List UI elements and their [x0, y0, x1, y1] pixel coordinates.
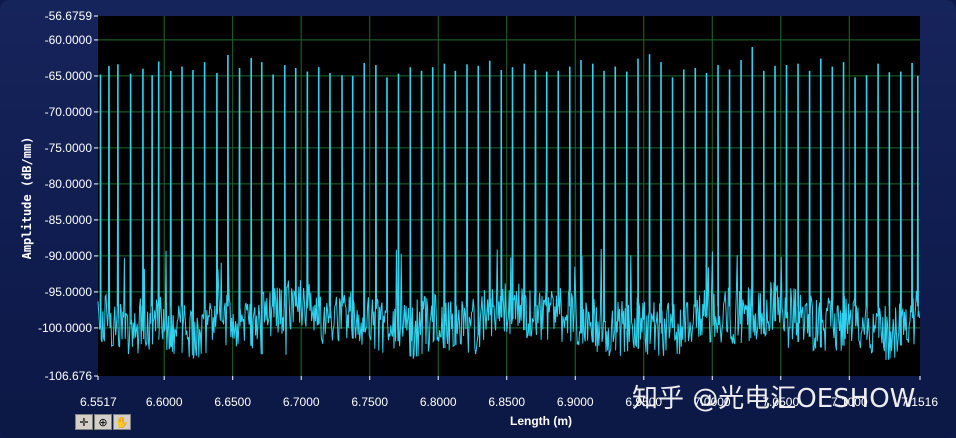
graph-palette: ✛ ⊕ ✋ — [75, 414, 131, 431]
y-axis: -56.6759 -60.0000 -65.0000 -70.0000 -75.0000… — [38, 9, 98, 383]
watermark-text: 知乎 @光电汇OESHOW — [632, 384, 916, 414]
y-tick-label: -65.0000 — [45, 69, 93, 83]
y-tick-label: -75.0000 — [45, 141, 93, 155]
y-tick-label: -100.0000 — [38, 321, 92, 335]
x-tick-label: 6.6000 — [146, 395, 183, 409]
y-axis-label: Amplitude (dB/mm) — [20, 137, 34, 260]
cursor-move-tool[interactable]: ✛ — [75, 414, 93, 430]
x-tick-label: 6.5517 — [80, 395, 117, 409]
plot-area[interactable] — [98, 16, 920, 376]
y-tick-label: -56.6759 — [45, 9, 93, 23]
x-tick-label: 6.8500 — [488, 395, 525, 409]
y-tick-label: -60.0000 — [45, 33, 93, 47]
x-tick-label: 6.9000 — [557, 395, 594, 409]
y-tick-label: -90.0000 — [45, 249, 93, 263]
x-tick-label: 6.7500 — [351, 395, 388, 409]
x-tick-label: 6.7000 — [283, 395, 320, 409]
y-tick-label: -80.0000 — [45, 177, 93, 191]
y-tick-label: -85.0000 — [45, 213, 93, 227]
y-tick-label: -70.0000 — [45, 105, 93, 119]
waveform-graph: -56.6759 -60.0000 -65.0000 -70.0000 -75.0000… — [20, 9, 938, 428]
pan-tool[interactable]: ✋ — [113, 414, 131, 430]
y-tick-label: -106.676 — [45, 369, 93, 383]
zoom-tool[interactable]: ⊕ — [94, 414, 112, 430]
x-axis-label: Length (m) — [510, 414, 572, 428]
y-tick-label: -95.0000 — [45, 285, 93, 299]
graph-frame: -56.6759 -60.0000 -65.0000 -70.0000 -75.0000… — [0, 0, 956, 438]
x-tick-label: 6.6500 — [214, 395, 251, 409]
x-tick-label: 6.8000 — [420, 395, 457, 409]
